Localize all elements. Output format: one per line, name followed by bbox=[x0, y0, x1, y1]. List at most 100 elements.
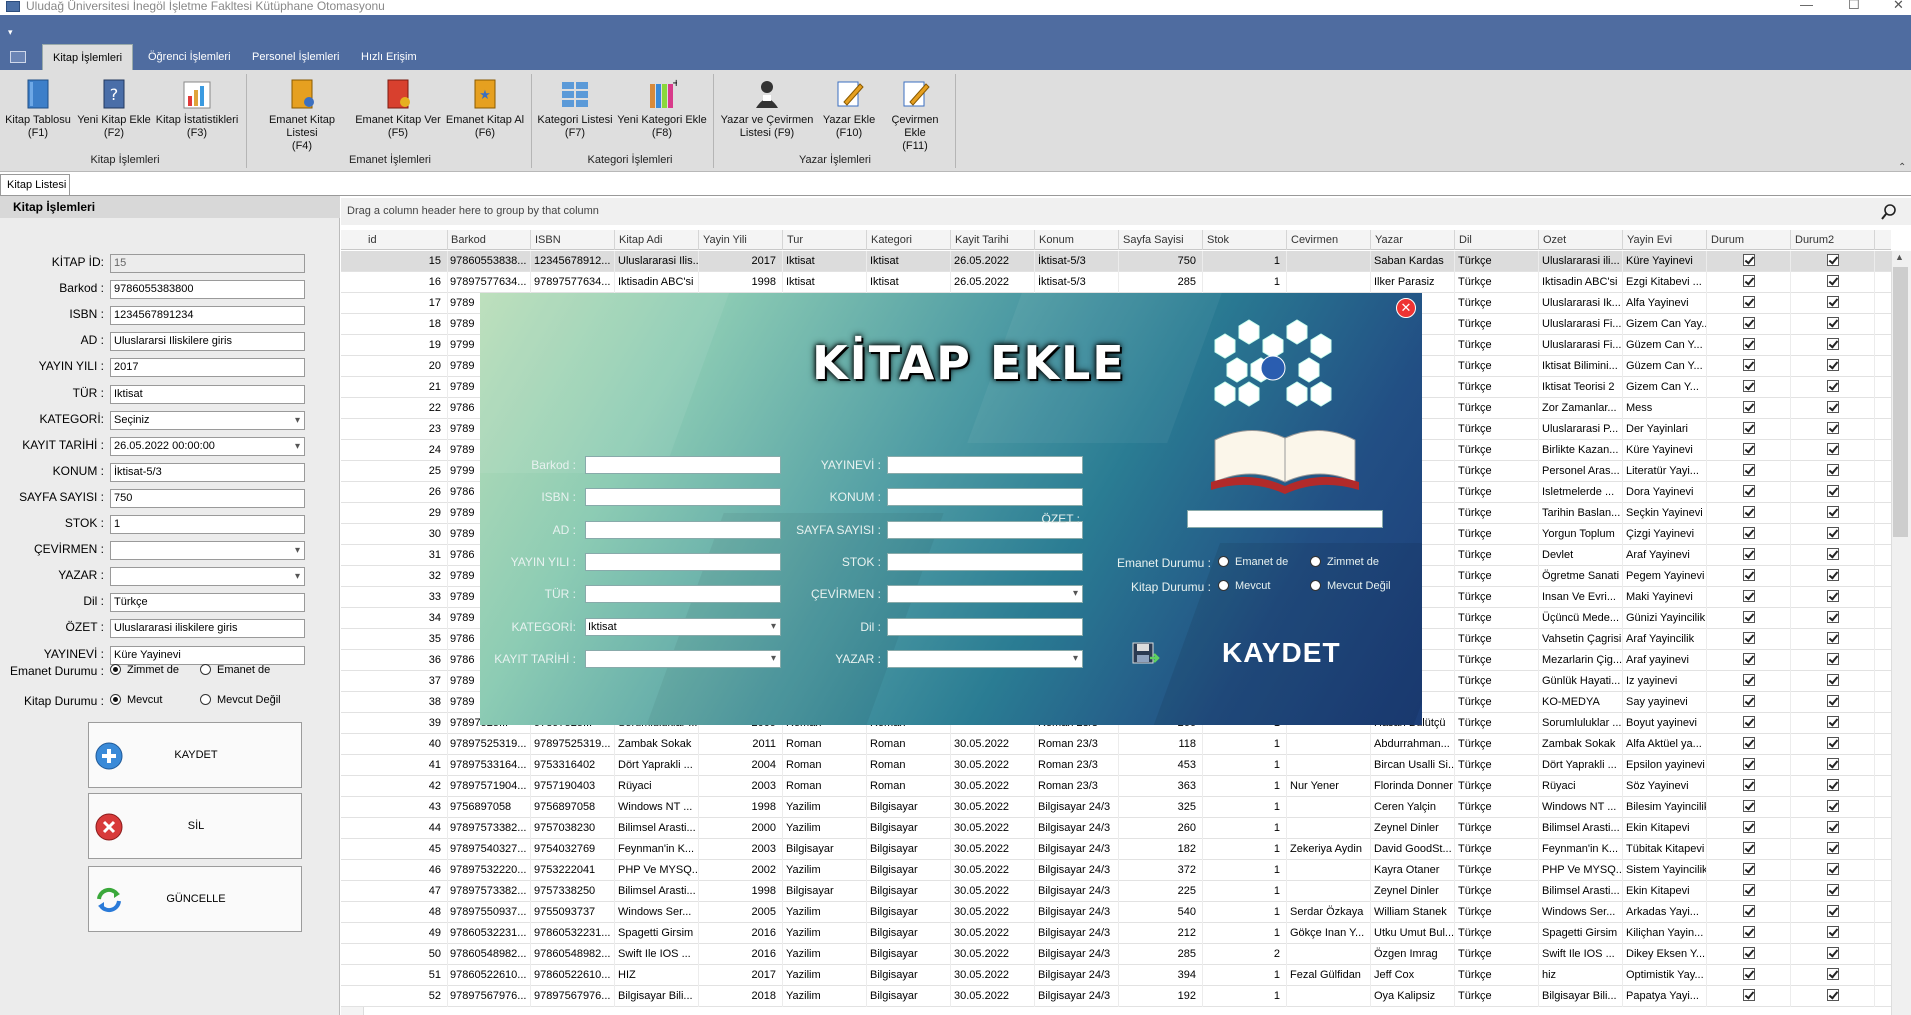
checkbox-checked-icon[interactable] bbox=[1826, 653, 1839, 665]
checkbox-checked-icon[interactable] bbox=[1742, 632, 1755, 644]
durum2-cell[interactable] bbox=[1791, 839, 1875, 860]
checkbox-checked-icon[interactable] bbox=[1826, 548, 1839, 560]
durum2-cell[interactable] bbox=[1791, 944, 1875, 965]
checkbox-checked-icon[interactable] bbox=[1742, 569, 1755, 581]
checkbox-checked-icon[interactable] bbox=[1826, 611, 1839, 623]
durum-cell[interactable] bbox=[1707, 545, 1791, 566]
checkbox-checked-icon[interactable] bbox=[1826, 695, 1839, 707]
radio-mevcut[interactable]: Mevcut bbox=[1218, 580, 1270, 592]
durum-cell[interactable] bbox=[1707, 881, 1791, 902]
checkbox-checked-icon[interactable] bbox=[1742, 422, 1755, 434]
minimize-icon[interactable]: — bbox=[1800, 0, 1813, 12]
durum-cell[interactable] bbox=[1707, 335, 1791, 356]
checkbox-checked-icon[interactable] bbox=[1742, 611, 1755, 623]
checkbox-checked-icon[interactable] bbox=[1826, 422, 1839, 434]
checkbox-checked-icon[interactable] bbox=[1742, 506, 1755, 518]
durum2-cell[interactable] bbox=[1791, 671, 1875, 692]
checkbox-checked-icon[interactable] bbox=[1826, 863, 1839, 875]
column-header[interactable]: Kitap Adi bbox=[615, 230, 699, 250]
checkbox-checked-icon[interactable] bbox=[1826, 275, 1839, 287]
dialog-field-input[interactable] bbox=[585, 553, 781, 571]
checkbox-checked-icon[interactable] bbox=[1826, 338, 1839, 350]
durum-cell[interactable] bbox=[1707, 461, 1791, 482]
field-input[interactable]: Iktisat bbox=[110, 384, 305, 404]
field-input[interactable]: Küre Yayinevi bbox=[110, 645, 305, 665]
durum2-cell[interactable] bbox=[1791, 335, 1875, 356]
durum2-cell[interactable] bbox=[1791, 398, 1875, 419]
table-row[interactable]: 52 97897567976... 97897567976... Bilgisayar… bbox=[341, 986, 1891, 1007]
dialog-close-button[interactable]: ✕ bbox=[1396, 298, 1416, 318]
checkbox-checked-icon[interactable] bbox=[1826, 884, 1839, 896]
app-menu-icon[interactable] bbox=[10, 51, 26, 63]
checkbox-checked-icon[interactable] bbox=[1826, 527, 1839, 539]
durum2-cell[interactable] bbox=[1791, 608, 1875, 629]
checkbox-checked-icon[interactable] bbox=[1826, 800, 1839, 812]
tab-personel-islemleri[interactable]: Personel İşlemleri bbox=[242, 44, 349, 70]
scroll-up-icon[interactable]: ▲ bbox=[1895, 252, 1904, 262]
column-header[interactable]: Durum2 bbox=[1791, 230, 1875, 250]
checkbox-checked-icon[interactable] bbox=[1826, 254, 1839, 266]
search-icon[interactable] bbox=[1880, 203, 1898, 221]
checkbox-checked-icon[interactable] bbox=[1826, 905, 1839, 917]
durum-cell[interactable] bbox=[1707, 650, 1791, 671]
checkbox-checked-icon[interactable] bbox=[1826, 842, 1839, 854]
checkbox-checked-icon[interactable] bbox=[1742, 716, 1755, 728]
field-input[interactable]: 1 bbox=[110, 515, 305, 534]
checkbox-checked-icon[interactable] bbox=[1742, 821, 1755, 833]
durum-cell[interactable] bbox=[1707, 398, 1791, 419]
field-combo[interactable]: 26.05.2022 00:00:00 bbox=[110, 436, 305, 456]
durum2-cell[interactable] bbox=[1791, 860, 1875, 881]
yazar-cevirmen-listesi-button[interactable]: Yazar ve Çevirmen Listesi (F9) bbox=[718, 78, 816, 140]
dialog-field-combo[interactable]: Iktisat bbox=[585, 618, 781, 636]
durum-cell[interactable] bbox=[1707, 608, 1791, 629]
durum2-cell[interactable] bbox=[1791, 524, 1875, 545]
checkbox-checked-icon[interactable] bbox=[1742, 338, 1755, 350]
field-input[interactable]: Uluslararsi Iliskilere giris bbox=[110, 332, 305, 352]
checkbox-checked-icon[interactable] bbox=[1742, 863, 1755, 875]
durum-cell[interactable] bbox=[1707, 797, 1791, 818]
checkbox-checked-icon[interactable] bbox=[1742, 443, 1755, 455]
durum2-cell[interactable] bbox=[1791, 293, 1875, 314]
checkbox-checked-icon[interactable] bbox=[1826, 968, 1839, 980]
durum-cell[interactable] bbox=[1707, 377, 1791, 398]
tab-hizli-erisim[interactable]: Hızlı Erişim bbox=[351, 44, 427, 70]
checkbox-checked-icon[interactable] bbox=[1742, 947, 1755, 959]
dialog-field-input[interactable] bbox=[585, 488, 781, 506]
column-header[interactable]: id bbox=[364, 230, 448, 250]
durum2-cell[interactable] bbox=[1791, 419, 1875, 440]
durum2-cell[interactable] bbox=[1791, 461, 1875, 482]
durum2-cell[interactable] bbox=[1791, 545, 1875, 566]
durum2-cell[interactable] bbox=[1791, 818, 1875, 839]
durum2-cell[interactable] bbox=[1791, 440, 1875, 461]
checkbox-checked-icon[interactable] bbox=[1826, 464, 1839, 476]
durum-cell[interactable] bbox=[1707, 944, 1791, 965]
checkbox-checked-icon[interactable] bbox=[1742, 758, 1755, 770]
checkbox-checked-icon[interactable] bbox=[1826, 926, 1839, 938]
durum2-cell[interactable] bbox=[1791, 923, 1875, 944]
table-row[interactable]: 51 97860522610... 97860522610... HIZ 2017 Yaz… bbox=[341, 965, 1891, 986]
durum2-cell[interactable] bbox=[1791, 755, 1875, 776]
table-row[interactable]: 49 97860532231... 97860532231... Spagetti G… bbox=[341, 923, 1891, 944]
checkbox-checked-icon[interactable] bbox=[1742, 842, 1755, 854]
durum2-cell[interactable] bbox=[1791, 356, 1875, 377]
save-icon[interactable] bbox=[1132, 642, 1160, 668]
tab-kitap-listesi[interactable]: Kitap Listesi bbox=[0, 174, 70, 195]
emanet-kitap-al-button[interactable]: ★ Emanet Kitap Al (F6) bbox=[444, 78, 526, 140]
durum-cell[interactable] bbox=[1707, 860, 1791, 881]
checkbox-checked-icon[interactable] bbox=[1742, 548, 1755, 560]
scrollbar-thumb[interactable] bbox=[1893, 267, 1908, 537]
dialog-field-input[interactable] bbox=[887, 488, 1083, 506]
checkbox-checked-icon[interactable] bbox=[1742, 653, 1755, 665]
tab-kitap-islemleri[interactable]: Kitap İşlemleri bbox=[42, 44, 134, 70]
checkbox-checked-icon[interactable] bbox=[1826, 632, 1839, 644]
durum2-cell[interactable] bbox=[1791, 797, 1875, 818]
durum2-cell[interactable] bbox=[1791, 902, 1875, 923]
durum-cell[interactable] bbox=[1707, 587, 1791, 608]
maximize-icon[interactable]: ☐ bbox=[1848, 0, 1860, 13]
checkbox-checked-icon[interactable] bbox=[1826, 443, 1839, 455]
checkbox-checked-icon[interactable] bbox=[1826, 779, 1839, 791]
radio-emanet-de[interactable]: Emanet de bbox=[200, 664, 270, 676]
field-input[interactable]: 15 bbox=[110, 254, 305, 273]
checkbox-checked-icon[interactable] bbox=[1826, 947, 1839, 959]
column-header[interactable]: Dil bbox=[1455, 230, 1539, 250]
